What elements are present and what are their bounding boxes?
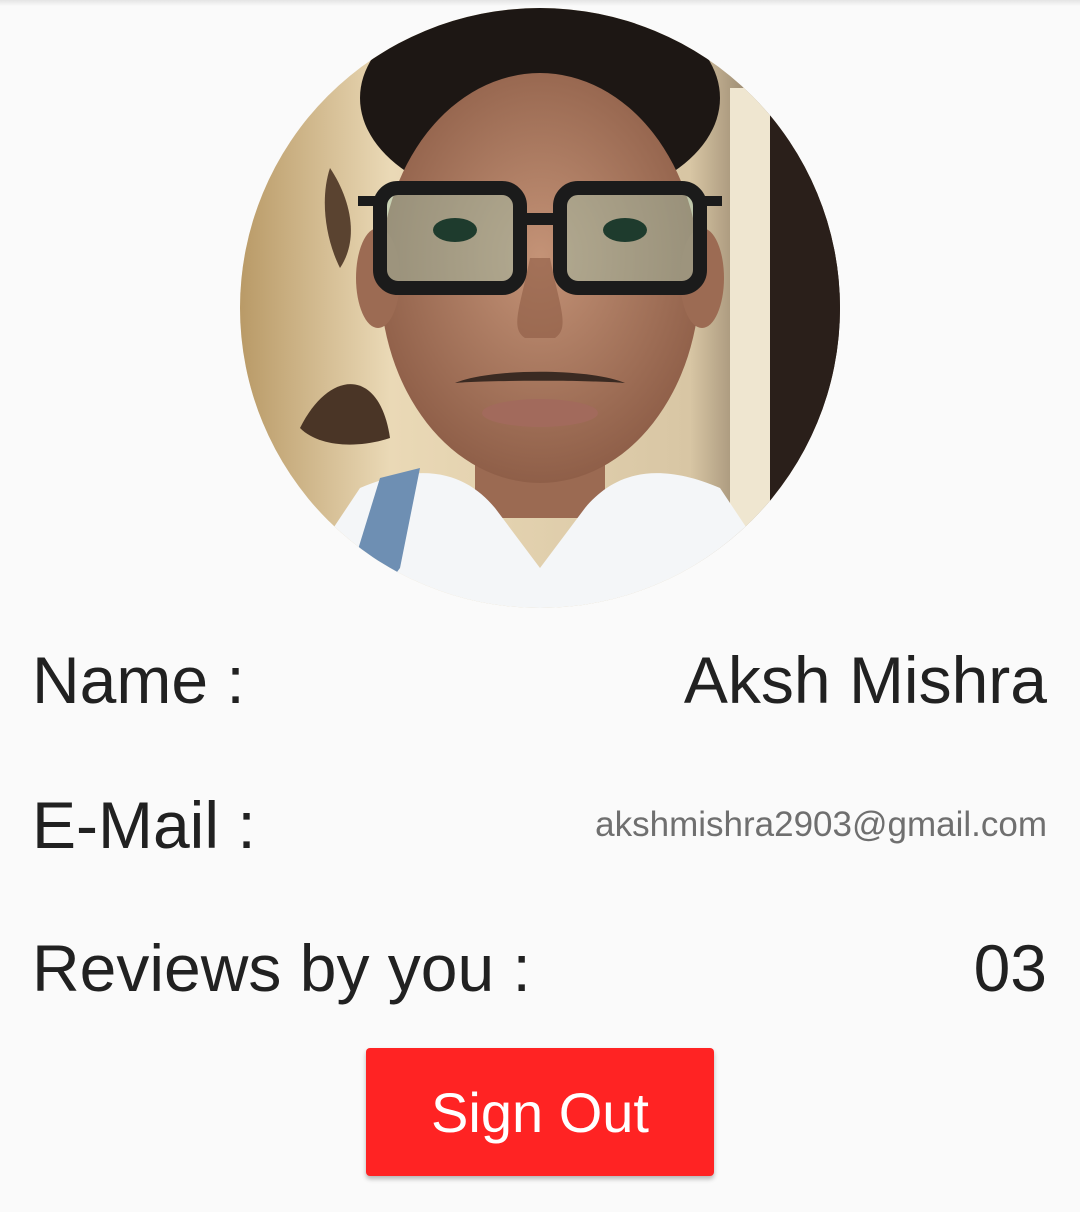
name-row: Name : Aksh Mishra bbox=[32, 640, 1047, 720]
name-value: Aksh Mishra bbox=[683, 643, 1047, 717]
email-value: akshmishra2903@gmail.com bbox=[595, 805, 1047, 844]
reviews-row: Reviews by you : 03 bbox=[32, 928, 1047, 1008]
email-label: E-Mail : bbox=[32, 788, 256, 862]
name-label: Name : bbox=[32, 643, 245, 717]
email-row: E-Mail : akshmishra2903@gmail.com bbox=[32, 785, 1047, 865]
sign-out-button[interactable]: Sign Out bbox=[366, 1048, 714, 1176]
avatar-photo-icon bbox=[240, 8, 840, 608]
profile-screen: Name : Aksh Mishra E-Mail : akshmishra29… bbox=[0, 0, 1080, 1212]
reviews-count: 03 bbox=[973, 931, 1047, 1005]
reviews-label: Reviews by you : bbox=[32, 931, 531, 1005]
top-bar-shadow bbox=[0, 0, 1080, 6]
profile-avatar bbox=[240, 8, 840, 608]
